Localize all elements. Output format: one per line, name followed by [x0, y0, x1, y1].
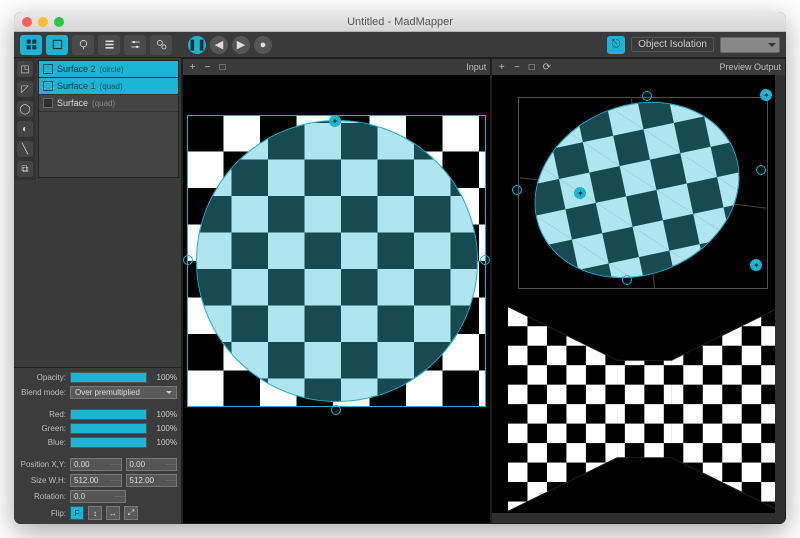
- surface-row[interactable]: Surface 1 (quad): [39, 78, 178, 95]
- zoom-out-button[interactable]: −: [202, 62, 213, 73]
- output-scrollbar-v[interactable]: [775, 75, 785, 523]
- visibility-toggle[interactable]: [43, 81, 53, 91]
- zoom-in-button[interactable]: +: [496, 62, 507, 73]
- app-window: Untitled - MadMapper ❚❚ ◀ ▶ ● ⎋ Object I…: [14, 12, 786, 524]
- red-value: 100%: [151, 410, 177, 419]
- green-label: Green:: [18, 424, 66, 433]
- blend-mode-dropdown[interactable]: Over premultiplied: [70, 386, 177, 399]
- input-title: Input: [466, 62, 486, 72]
- handle-top-center[interactable]: [329, 115, 341, 127]
- blend-label: Blend mode:: [18, 388, 66, 397]
- flip-both-button[interactable]: ⤢: [124, 506, 138, 520]
- fit-button[interactable]: □: [526, 62, 537, 73]
- surface-type: (quad): [100, 82, 123, 91]
- surface-name: Surface: [57, 98, 88, 108]
- opacity-slider[interactable]: [70, 372, 147, 383]
- main-toolbar: ❚❚ ◀ ▶ ● ⎋ Object Isolation: [14, 32, 786, 58]
- output-ellipse-group[interactable]: [502, 95, 772, 315]
- surface-add-toolbar: ◳ ◸ ◯ ◐ ╲ ⧉: [14, 58, 36, 180]
- blue-value: 100%: [151, 438, 177, 447]
- opacity-value: 100%: [151, 373, 177, 382]
- circle-surface[interactable]: [196, 120, 478, 402]
- surface-row[interactable]: Surface 2 (circle): [39, 61, 178, 78]
- output-header: + − □ ⟳ Preview Output: [492, 59, 785, 75]
- view-mode-dropdown[interactable]: [720, 37, 780, 53]
- add-line-button[interactable]: ╲: [17, 141, 33, 157]
- pos-label: Position X,Y:: [18, 460, 66, 469]
- properties-panel: Opacity: 100% Blend mode: Over premultip…: [14, 367, 181, 524]
- pos-x-field[interactable]: 0.00: [70, 458, 122, 471]
- output-room: [508, 299, 781, 519]
- step-forward-button[interactable]: ▶: [232, 36, 250, 54]
- size-label: Size W,H:: [18, 476, 66, 485]
- window-title: Untitled - MadMapper: [14, 16, 786, 28]
- add-circle-button[interactable]: ◯: [17, 101, 33, 117]
- input-viewport[interactable]: + − □ Input: [182, 58, 491, 524]
- zoom-out-button[interactable]: −: [511, 62, 522, 73]
- pos-y-field[interactable]: 0.00: [126, 458, 178, 471]
- size-w-field[interactable]: 512.00: [70, 474, 122, 487]
- link-toggle[interactable]: ⎋: [607, 36, 625, 54]
- pause-button[interactable]: ❚❚: [188, 36, 206, 54]
- blue-slider[interactable]: [70, 437, 147, 448]
- handle-right[interactable]: [480, 255, 490, 265]
- lamp-icon[interactable]: [72, 35, 94, 55]
- red-label: Red:: [18, 410, 66, 419]
- refresh-button[interactable]: ⟳: [541, 62, 552, 73]
- visibility-toggle[interactable]: [43, 98, 53, 108]
- rotation-field[interactable]: 0.0: [70, 490, 126, 503]
- view-mode-label: Object Isolation: [631, 37, 714, 52]
- surface-type: (circle): [100, 65, 124, 74]
- output-viewport[interactable]: + − □ ⟳ Preview Output: [491, 58, 786, 524]
- red-slider[interactable]: [70, 409, 147, 420]
- surface-name: Surface 2: [57, 64, 96, 74]
- sliders-icon[interactable]: [124, 35, 146, 55]
- view-quad-button[interactable]: [46, 35, 68, 55]
- left-panel: ◳ ◸ ◯ ◐ ╲ ⧉ Surface 2 (circle) Surfac: [14, 58, 182, 524]
- zoom-in-button[interactable]: +: [187, 62, 198, 73]
- add-mask-button[interactable]: ◐: [17, 121, 33, 137]
- flip-v-button[interactable]: ↕: [88, 506, 102, 520]
- flip-label: Flip:: [18, 509, 66, 518]
- fit-button[interactable]: □: [217, 62, 228, 73]
- output-title: Preview Output: [719, 62, 781, 72]
- list-icon[interactable]: [98, 35, 120, 55]
- add-quad-button[interactable]: ◳: [17, 61, 33, 77]
- green-value: 100%: [151, 424, 177, 433]
- rotate-handle[interactable]: [760, 89, 772, 101]
- handle-left[interactable]: [183, 255, 193, 265]
- gears-icon[interactable]: [150, 35, 172, 55]
- view-grid-button[interactable]: [20, 35, 42, 55]
- record-button[interactable]: ●: [254, 36, 272, 54]
- flip-h-button[interactable]: ↔: [106, 506, 120, 520]
- rot-label: Rotation:: [18, 492, 66, 501]
- titlebar[interactable]: Untitled - MadMapper: [14, 12, 786, 32]
- input-header: + − □ Input: [183, 59, 490, 75]
- duplicate-button[interactable]: ⧉: [17, 161, 33, 177]
- blue-label: Blue:: [18, 438, 66, 447]
- surface-row[interactable]: Surface (quad): [39, 95, 178, 112]
- surface-type: (quad): [92, 99, 115, 108]
- room-perspective-icon: [508, 299, 781, 519]
- add-triangle-button[interactable]: ◸: [17, 81, 33, 97]
- flip-none-button[interactable]: F: [70, 506, 84, 520]
- green-slider[interactable]: [70, 423, 147, 434]
- surface-name: Surface 1: [57, 81, 96, 91]
- surface-list[interactable]: Surface 2 (circle) Surface 1 (quad) Surf…: [38, 60, 179, 178]
- handle-bottom[interactable]: [331, 405, 341, 415]
- opacity-label: Opacity:: [18, 373, 66, 382]
- output-scrollbar-h[interactable]: [492, 513, 775, 523]
- visibility-toggle[interactable]: [43, 64, 53, 74]
- size-h-field[interactable]: 512.00: [126, 474, 178, 487]
- step-back-button[interactable]: ◀: [210, 36, 228, 54]
